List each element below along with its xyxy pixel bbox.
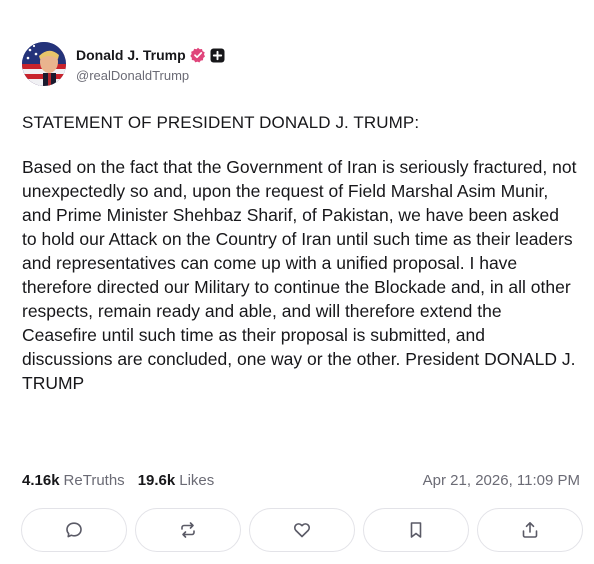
post-body: Based on the fact that the Government of… (22, 157, 577, 393)
post-stats: 4.16k ReTruths 19.6k Likes Apr 21, 2026,… (22, 472, 580, 489)
reply-button[interactable] (21, 508, 127, 552)
post-timestamp[interactable]: Apr 21, 2026, 11:09 PM (423, 472, 580, 489)
share-icon (522, 522, 538, 538)
plus-badge-icon (210, 48, 225, 63)
repost-icon (181, 522, 195, 538)
author-handle[interactable]: @realDonaldTrump (76, 68, 225, 83)
bookmark-button[interactable] (363, 508, 469, 552)
author-info: Donald J. Trump @realDonaldTrump (76, 45, 225, 83)
likes-label[interactable]: Likes (179, 472, 214, 489)
likes-count[interactable]: 19.6k (138, 472, 176, 489)
comment-icon (66, 522, 82, 538)
truth-post: Donald J. Trump @realDonaldTrump STATEME… (0, 0, 594, 564)
post-title: STATEMENT OF PRESIDENT DONALD J. TRUMP: (22, 113, 420, 132)
avatar[interactable] (22, 42, 66, 86)
name-row: Donald J. Trump (76, 45, 225, 65)
bookmark-icon (410, 522, 422, 538)
verified-badge-icon (189, 47, 206, 63)
retruths-count[interactable]: 4.16k (22, 472, 60, 489)
heart-icon (293, 523, 311, 538)
retruth-button[interactable] (135, 508, 241, 552)
author-display-name[interactable]: Donald J. Trump (76, 47, 186, 63)
retruths-label[interactable]: ReTruths (64, 472, 125, 489)
action-bar (21, 508, 583, 552)
like-button[interactable] (249, 508, 355, 552)
share-button[interactable] (477, 508, 583, 552)
post-header: Donald J. Trump @realDonaldTrump (22, 42, 225, 86)
